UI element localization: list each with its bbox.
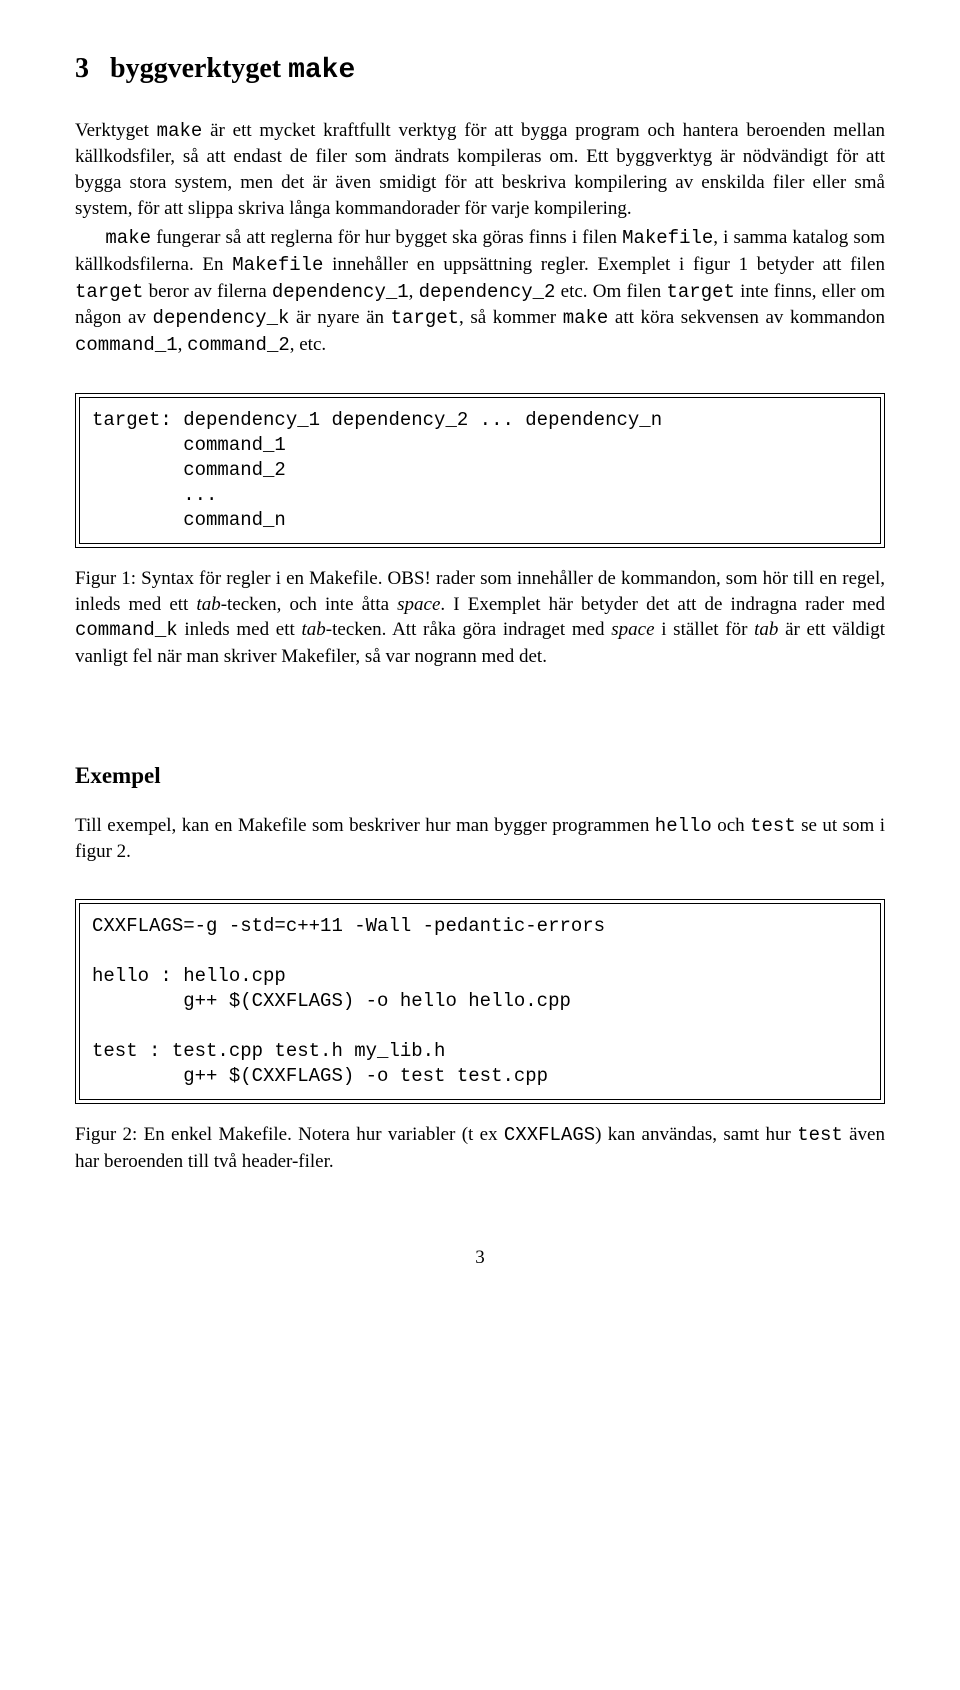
figure-2-frame: CXXFLAGS=-g -std=c++11 -Wall -pedantic-e… (75, 899, 885, 1105)
page-number: 3 (75, 1245, 885, 1271)
figure-1-code: target: dependency_1 dependency_2 ... de… (79, 397, 881, 544)
paragraph-1: Verktyget make är ett mycket kraftfullt … (75, 118, 885, 222)
figure-2-code: CXXFLAGS=-g -std=c++11 -Wall -pedantic-e… (79, 903, 881, 1101)
paragraph-2: make fungerar så att reglerna för hur by… (75, 225, 885, 358)
exempel-paragraph: Till exempel, kan en Makefile som beskri… (75, 813, 885, 865)
section-number: 3 (75, 53, 89, 84)
document-page: 3 byggverktyget make Verktyget make är e… (0, 0, 960, 1310)
section-title-code: make (288, 55, 355, 86)
figure-1-caption: Figur 1: Syntax för regler i en Makefile… (75, 566, 885, 670)
section-title-text: byggverktyget (110, 53, 281, 84)
exempel-heading: Exempel (75, 760, 885, 791)
section-heading: 3 byggverktyget make (75, 50, 885, 90)
figure-2-caption: Figur 2: En enkel Makefile. Notera hur v… (75, 1122, 885, 1174)
figure-1-frame: target: dependency_1 dependency_2 ... de… (75, 393, 885, 548)
